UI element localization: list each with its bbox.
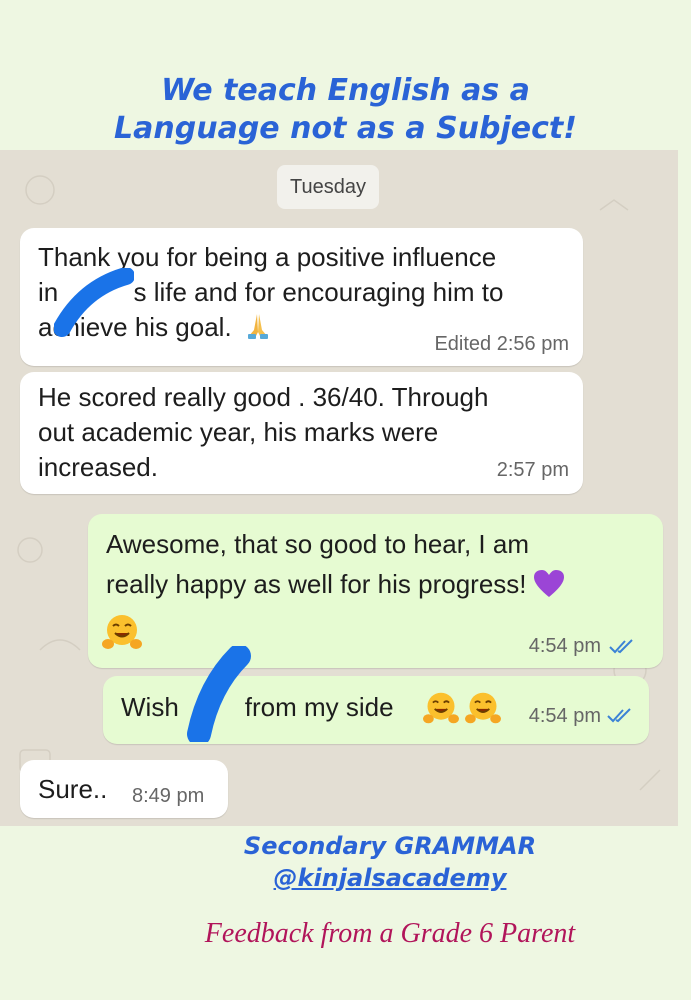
read-receipt-icon bbox=[609, 639, 633, 654]
incoming-message: He scored really good . 36/40. Through o… bbox=[20, 372, 583, 494]
message-fragment: s life and for encouraging him to bbox=[133, 277, 504, 307]
outgoing-message: Wish from my side 4:54 pm bbox=[103, 646, 649, 744]
message-line: really happy as well for his progress! bbox=[106, 564, 645, 604]
message-fragment: really happy as well for his progress! bbox=[106, 569, 527, 599]
message-time: 2:57 pm bbox=[496, 459, 569, 481]
hugging-face-emoji bbox=[102, 615, 142, 649]
folded-hands-emoji bbox=[247, 314, 268, 339]
read-receipt-icon bbox=[607, 708, 631, 723]
footer-handle: @kinjalsacademy bbox=[273, 864, 507, 892]
message-time: 4:54 pm bbox=[528, 635, 601, 657]
message-text: Awesome, that so good to hear, I am real… bbox=[106, 524, 645, 604]
redaction-scribble bbox=[54, 268, 134, 337]
feedback-caption: Feedback from a Grade 6 Parent bbox=[204, 918, 576, 949]
message-time: Edited 2:56 pm bbox=[434, 333, 569, 355]
message-fragment: from my side bbox=[244, 692, 394, 722]
hugging-face-emoji bbox=[465, 692, 501, 724]
message-time: 8:49 pm bbox=[132, 785, 205, 807]
redaction-scribble bbox=[187, 646, 251, 742]
date-chip: Tuesday bbox=[277, 165, 379, 209]
headline-line-1: We teach English as a bbox=[161, 73, 530, 108]
purple-heart-emoji bbox=[533, 570, 564, 597]
footer-title: Secondary GRAMMAR bbox=[243, 832, 537, 860]
message-fragment: Wish bbox=[121, 692, 179, 722]
outgoing-message: Awesome, that so good to hear, I am real… bbox=[88, 514, 663, 668]
incoming-message: Thank you for being a positive influence… bbox=[20, 228, 583, 366]
incoming-message: Sure.. 8:49 pm bbox=[20, 760, 228, 818]
chat-panel: Tuesday Thank you for being a positive i… bbox=[0, 150, 678, 826]
message-line: Awesome, that so good to hear, I am bbox=[106, 529, 529, 559]
hugging-face-emoji bbox=[423, 692, 459, 724]
headline-line-2: Language not as a Subject! bbox=[114, 111, 577, 146]
message-time: 4:54 pm bbox=[528, 705, 601, 727]
headline: We teach English as a Language not as a … bbox=[0, 72, 691, 148]
message-text: He scored really good . 36/40. Through o… bbox=[38, 382, 489, 482]
